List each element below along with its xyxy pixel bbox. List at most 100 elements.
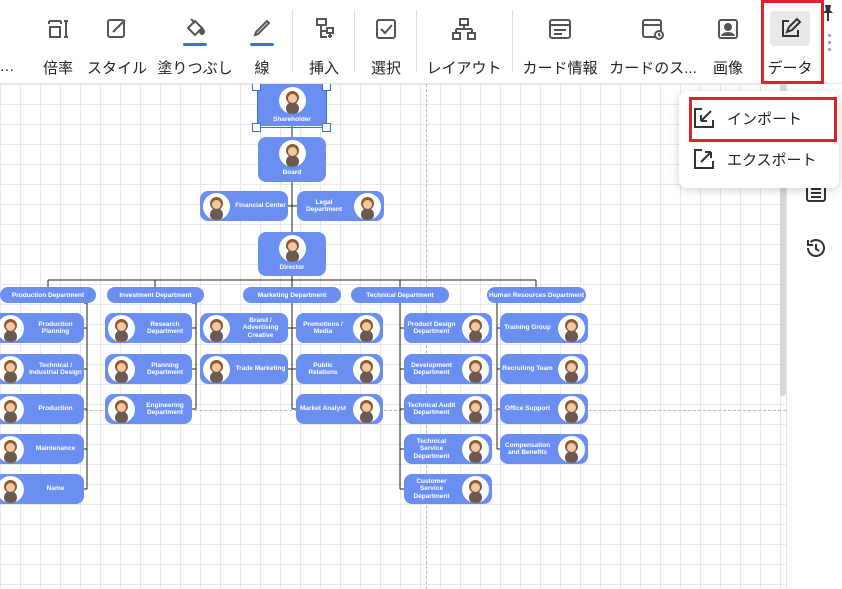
avatar [278,235,306,262]
toolbar-button-fill[interactable]: 塗りつぶし [156,6,234,78]
org-card-development-department[interactable]: Development Department [404,354,492,384]
menu-item-export-label: エクスポート [727,151,817,169]
org-card-director[interactable]: Director [258,232,326,276]
menu-item-export[interactable]: エクスポート [693,148,817,170]
org-card-name[interactable]: Name [0,474,84,504]
avatar [558,314,585,342]
org-card-compensation-and-benefits[interactable]: Compensation and Benefits [500,434,588,464]
fill-color-indicator [183,43,207,46]
org-card-trade-marketing[interactable]: Trade Marketing [200,354,288,384]
org-card-training-group[interactable]: Training Group [500,313,588,343]
org-card-legal-department[interactable]: Legal Department [297,191,384,221]
dept-header-production[interactable]: Production Department [0,287,96,303]
avatar [354,192,381,220]
org-card-product-design-department[interactable]: Product Design Department [404,313,492,343]
checkbox-icon [371,14,401,43]
toolbar-button-select[interactable]: 選択 [366,6,406,78]
avatar [462,435,489,463]
data-edit-icon [770,11,810,46]
org-layout-icon [449,14,479,43]
card-info-icon [545,14,575,43]
toolbar-overflow-label: … [0,58,15,75]
toolbar-label-layout: レイアウト [426,60,502,77]
avatar [462,395,489,423]
avatar [108,395,135,423]
diagram-canvas[interactable]: Shareholder Board Financial Center Legal… [0,84,786,589]
toolbar-label-scale: 倍率 [42,60,73,77]
org-card-production[interactable]: Production [0,394,84,424]
toolbar-separator [354,10,355,72]
dept-header-investment[interactable]: Investment Department [107,287,204,303]
portrait-image-icon [713,14,743,43]
toolbar-button-layout[interactable]: レイアウト [424,6,504,78]
toolbar-label-line: 線 [254,60,270,77]
card-style-icon [638,14,668,43]
toolbar-label-style: スタイル [86,60,147,77]
export-icon [694,149,714,169]
org-card-market-analyst[interactable]: Market Analyst [296,394,383,424]
toolbar-button-scale[interactable]: 倍率 [38,6,78,78]
toolbar-button-card-info[interactable]: カード情報 [520,6,600,78]
org-card-production-planning[interactable]: Production Planning [0,313,84,343]
dept-header-technical[interactable]: Technical Department [351,287,449,303]
avatar [108,355,135,383]
org-card-engineering-department[interactable]: Engineering Department [105,394,192,424]
avatar [0,314,24,342]
org-card-planning-department[interactable]: Planning Department [105,354,192,384]
avatar [558,435,585,463]
org-card-recruiting-team[interactable]: Recruiting Team [500,354,588,384]
avatar [203,192,230,220]
toolbar-button-card-style[interactable]: カードのス... [606,6,700,78]
avatar [353,314,380,342]
org-card-financial-center[interactable]: Financial Center [200,191,288,221]
org-card-technical-audit-department[interactable]: Technical Audit Department [404,394,492,424]
avatar [0,395,24,423]
org-card-office-support[interactable]: Office Support [500,394,588,424]
org-card-promotions-media[interactable]: Promotions / Media [296,313,383,343]
avatar [108,314,135,342]
resize-handle[interactable] [252,123,261,132]
avatar [278,87,306,114]
resize-handle[interactable] [322,84,331,91]
dept-header-marketing[interactable]: Marketing Department [243,287,341,303]
pin-icon[interactable] [820,4,836,22]
resize-handle[interactable] [322,123,331,132]
dept-header-human-resources[interactable]: Human Resources Department [487,287,586,303]
history-icon[interactable] [805,237,827,259]
toolbar-overflow-button[interactable]: … [0,6,15,78]
org-card-technical-industrial-design[interactable]: Technical / Industrial Design [0,354,84,384]
toolbar-button-image[interactable]: 画像 [708,6,748,78]
style-icon [102,14,132,43]
toolbar-separator [512,10,513,72]
org-card-brand-advertising-creative[interactable]: Brand / Advertising Creative [200,313,288,343]
toolbar-button-style[interactable]: スタイル [86,6,148,78]
toolbar-label-card-style: カードのス... [609,60,697,77]
fill-bucket-icon [180,14,210,46]
scale-icon [43,14,73,43]
toolbar-button-line[interactable]: 線 [244,6,280,78]
org-card-research-department[interactable]: Research Department [105,313,192,343]
toolbar-label-select: 選択 [370,60,401,77]
toolbar-button-insert[interactable]: 挿入 [304,6,344,78]
org-card-board[interactable]: Board [258,137,326,182]
menu-item-import[interactable]: インポート [693,107,802,129]
ribbon-toolbar: … 倍率 スタイル 塗りつぶし 線 挿入 選択 レイアウト カード情報 カードの… [0,0,842,84]
org-card-technical-service-department[interactable]: Technical Service Department [404,434,492,464]
toolbar-button-data[interactable]: データ [766,6,814,78]
toolbar-label-insert: 挿入 [308,60,339,77]
insert-node-icon [309,14,339,43]
resize-handle[interactable] [252,84,261,91]
data-dropdown-menu: インポート エクスポート [679,91,839,188]
org-card-shareholder[interactable]: Shareholder [258,84,326,126]
avatar [203,355,230,383]
avatar [462,475,489,503]
import-icon [694,108,714,128]
org-card-public-relations[interactable]: Public Relations [296,354,383,384]
avatar [353,355,380,383]
more-options-icon[interactable] [828,34,832,55]
menu-item-import-label: インポート [727,110,803,128]
avatar [278,140,306,167]
org-card-maintenance[interactable]: Maintenance [0,434,84,464]
avatar [558,395,585,423]
org-card-customer-service-department[interactable]: Customer Service Department [404,474,492,504]
